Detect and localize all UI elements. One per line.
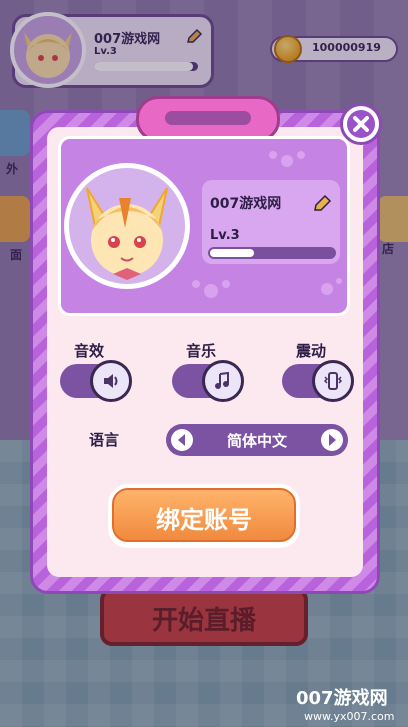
language-select[interactable]: 简体中文 [166, 424, 348, 456]
sound-toggle-knob[interactable] [90, 360, 132, 402]
modal-handle-slot [165, 111, 251, 125]
vibration-label: 震动 [296, 342, 327, 360]
vibrate-icon [323, 372, 343, 390]
bind-account-face[interactable]: 绑定账号 [112, 488, 296, 542]
sound-label: 音效 [74, 342, 105, 360]
profile-exp-bar [208, 247, 336, 259]
bind-account-label: 绑定账号 [156, 506, 252, 534]
bind-account-button[interactable]: 绑定账号 [108, 484, 300, 548]
chevron-left-icon[interactable] [171, 429, 193, 451]
watermark-url: www.yx007.com [304, 710, 395, 723]
language-label: 语言 [89, 431, 120, 449]
music-label: 音乐 [186, 342, 217, 360]
pencil-icon[interactable] [312, 194, 332, 214]
music-note-icon [215, 371, 229, 389]
sound-toggle[interactable] [60, 360, 132, 402]
vibration-toggle[interactable] [282, 360, 354, 402]
profile-level: Lv.3 [210, 228, 240, 243]
watermark-title: 007游戏网 [296, 688, 388, 709]
chevron-right-icon[interactable] [321, 429, 343, 451]
music-toggle-knob[interactable] [202, 360, 244, 402]
close-icon[interactable] [347, 110, 375, 138]
speaker-icon [104, 374, 118, 388]
vibration-toggle-knob[interactable] [312, 360, 354, 402]
profile-name: 007游戏网 [210, 196, 282, 212]
profile-exp-fill [210, 249, 254, 257]
profile-avatar[interactable] [64, 163, 190, 289]
language-value: 简体中文 [226, 432, 287, 450]
music-toggle[interactable] [172, 360, 244, 402]
